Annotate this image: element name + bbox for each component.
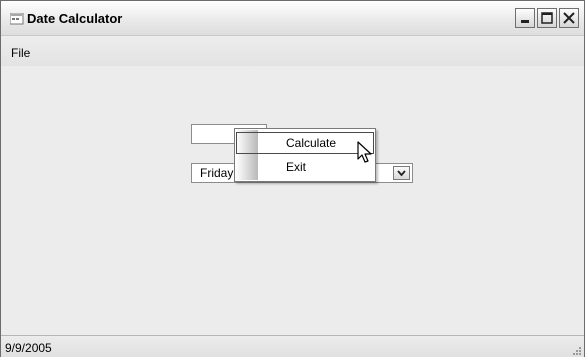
minimize-button[interactable]	[515, 8, 535, 28]
mouse-pointer-icon	[357, 141, 372, 163]
maximize-icon	[541, 12, 553, 24]
status-date: 9/9/2005	[5, 341, 52, 355]
context-menu-calculate[interactable]: Calculate	[236, 132, 374, 154]
date-calculator-window: Date Calculator File Friday Calculate Ex…	[0, 0, 585, 357]
context-menu-calculate-label: Calculate	[286, 136, 337, 150]
menu-file[interactable]: File	[11, 46, 30, 60]
resize-grip-icon[interactable]	[571, 345, 581, 355]
context-menu-exit[interactable]: Exit	[236, 156, 374, 178]
menu-bar: File	[1, 36, 584, 66]
dropdown-button[interactable]	[393, 166, 410, 180]
chevron-down-icon	[397, 170, 406, 177]
context-menu: Calculate Exit	[234, 128, 376, 182]
context-menu-exit-label: Exit	[286, 160, 307, 174]
close-button[interactable]	[559, 8, 579, 28]
minimize-icon	[521, 20, 529, 23]
status-bar: 9/9/2005	[1, 335, 584, 357]
app-icon	[9, 12, 24, 25]
window-title: Date Calculator	[27, 11, 123, 26]
title-bar[interactable]: Date Calculator	[1, 1, 584, 36]
close-icon	[563, 12, 575, 24]
maximize-button[interactable]	[537, 8, 557, 28]
